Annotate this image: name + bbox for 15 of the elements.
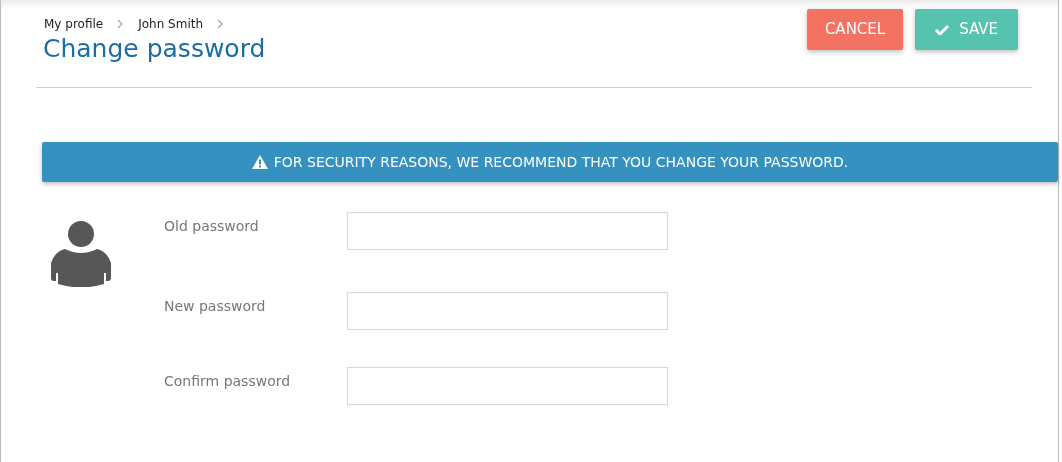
chevron-icon xyxy=(217,19,225,29)
field-label: Confirm password xyxy=(164,372,292,391)
breadcrumb-link[interactable]: John Smith xyxy=(138,15,204,33)
user-avatar-icon xyxy=(51,221,111,287)
breadcrumb-link[interactable]: My profile xyxy=(44,15,104,33)
chevron-icon xyxy=(117,19,125,29)
alert-text: FOR SECURITY REASONS, WE RECOMMEND THAT YOU CHANGE YOUR PASSWORD. xyxy=(273,152,849,172)
password-field[interactable] xyxy=(347,292,668,330)
check-icon xyxy=(935,24,950,35)
warning-icon xyxy=(251,155,268,169)
field-label: New password xyxy=(164,297,267,316)
password-field[interactable] xyxy=(347,212,668,250)
password-field[interactable] xyxy=(347,367,668,405)
page-title: Change password xyxy=(43,34,266,64)
field-label: Old password xyxy=(164,217,260,236)
